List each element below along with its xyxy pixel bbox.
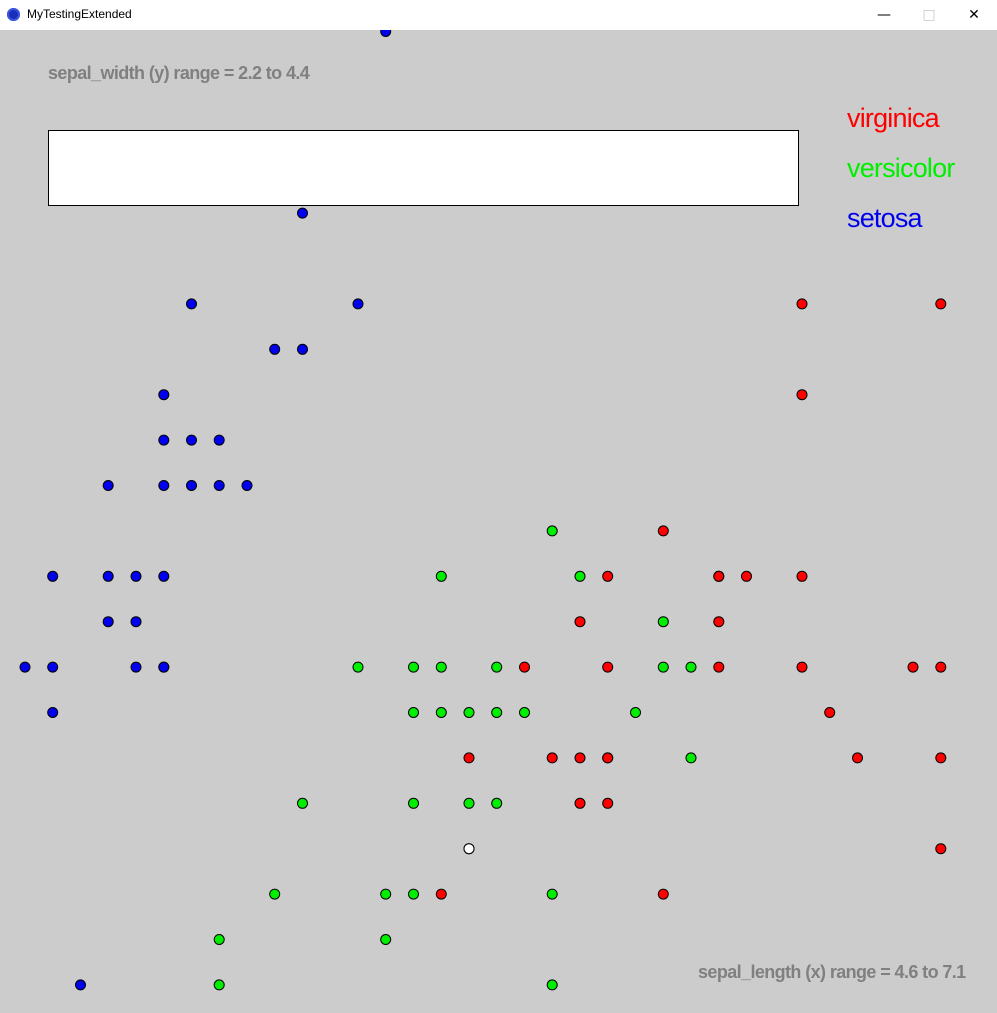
setosa-point[interactable] — [102, 616, 114, 628]
virginica-point[interactable] — [519, 661, 530, 673]
setosa-point[interactable] — [130, 616, 142, 628]
versicolor-point[interactable] — [435, 661, 447, 673]
versicolor-point[interactable] — [657, 616, 669, 628]
setosa-point[interactable] — [186, 298, 197, 310]
x-range-label: sepal_length (x) range = 4.6 to 7.1 — [698, 962, 966, 982]
virginica-point[interactable] — [741, 570, 752, 582]
virginica-point[interactable] — [907, 661, 919, 673]
setosa-point[interactable] — [186, 480, 197, 491]
minimize-icon[interactable]: — — [861, 0, 907, 30]
legend-versicolor: versicolor — [847, 153, 955, 183]
virginica-point[interactable] — [935, 843, 947, 855]
versicolor-point[interactable] — [213, 934, 225, 945]
versicolor-point[interactable] — [213, 979, 225, 991]
versicolor-point[interactable] — [685, 661, 697, 673]
versicolor-point[interactable] — [546, 888, 558, 900]
setosa-point[interactable] — [269, 343, 281, 355]
virginica-point[interactable] — [602, 570, 614, 582]
virginica-point[interactable] — [796, 298, 808, 310]
virginica-point[interactable] — [574, 797, 586, 809]
virginica-point[interactable] — [824, 707, 836, 718]
setosa-point[interactable] — [158, 480, 170, 491]
versicolor-point[interactable] — [657, 661, 669, 673]
selected-point[interactable] — [463, 843, 475, 855]
versicolor-point[interactable] — [269, 888, 281, 900]
virginica-point[interactable] — [574, 752, 586, 764]
legend-virginica: virginica — [847, 103, 940, 133]
virginica-point[interactable] — [657, 525, 669, 537]
window-title: MyTestingExtended — [27, 7, 132, 21]
virginica-point[interactable] — [546, 752, 558, 764]
versicolor-point[interactable] — [408, 888, 419, 900]
setosa-point[interactable] — [102, 480, 114, 491]
versicolor-point[interactable] — [435, 570, 447, 582]
setosa-point[interactable] — [158, 389, 170, 401]
virginica-point[interactable] — [713, 616, 725, 628]
setosa-point[interactable] — [19, 661, 31, 673]
virginica-point[interactable] — [935, 298, 947, 310]
virginica-point[interactable] — [713, 661, 725, 673]
versicolor-point[interactable] — [491, 797, 503, 809]
setosa-point[interactable] — [47, 570, 59, 582]
legend-setosa: setosa — [847, 203, 923, 233]
setosa-point[interactable] — [158, 570, 170, 582]
y-range-label: sepal_width (y) range = 2.2 to 4.4 — [48, 63, 310, 83]
virginica-point[interactable] — [602, 661, 614, 673]
virginica-point[interactable] — [602, 752, 614, 764]
setosa-point[interactable] — [158, 661, 170, 673]
versicolor-point[interactable] — [435, 707, 447, 718]
versicolor-point[interactable] — [380, 934, 392, 945]
virginica-point[interactable] — [796, 661, 808, 673]
setosa-point[interactable] — [213, 434, 225, 446]
setosa-point[interactable] — [130, 661, 142, 673]
info-box — [48, 130, 799, 206]
versicolor-point[interactable] — [408, 661, 419, 673]
close-icon[interactable]: ✕ — [951, 0, 997, 30]
setosa-point[interactable] — [75, 979, 86, 991]
versicolor-point[interactable] — [463, 797, 475, 809]
virginica-point[interactable] — [935, 661, 947, 673]
setosa-point[interactable] — [297, 343, 308, 355]
versicolor-point[interactable] — [630, 707, 641, 718]
versicolor-point[interactable] — [546, 979, 558, 991]
setosa-point[interactable] — [47, 661, 59, 673]
setosa-point[interactable] — [158, 434, 170, 446]
versicolor-point[interactable] — [408, 707, 419, 718]
virginica-point[interactable] — [713, 570, 725, 582]
versicolor-point[interactable] — [491, 707, 503, 718]
setosa-point[interactable] — [186, 434, 197, 446]
virginica-point[interactable] — [935, 752, 947, 764]
title-bar: MyTestingExtended — □ ✕ — [0, 0, 997, 30]
versicolor-point[interactable] — [380, 888, 392, 900]
setosa-point[interactable] — [352, 298, 364, 310]
setosa-point[interactable] — [213, 480, 225, 491]
setosa-point[interactable] — [297, 207, 308, 219]
virginica-point[interactable] — [602, 797, 614, 809]
virginica-point[interactable] — [852, 752, 863, 764]
versicolor-point[interactable] — [352, 661, 364, 673]
versicolor-point[interactable] — [408, 797, 419, 809]
setosa-point[interactable] — [47, 707, 59, 718]
virginica-point[interactable] — [657, 888, 669, 900]
virginica-point[interactable] — [574, 616, 586, 628]
virginica-point[interactable] — [796, 389, 808, 401]
maximize-icon[interactable]: □ — [906, 0, 952, 30]
versicolor-point[interactable] — [491, 661, 503, 673]
versicolor-point[interactable] — [685, 752, 697, 764]
versicolor-point[interactable] — [574, 570, 586, 582]
setosa-point[interactable] — [241, 480, 253, 491]
versicolor-point[interactable] — [519, 707, 530, 718]
plot-canvas[interactable]: sepal_width (y) range = 2.2 to 4.4 sepal… — [0, 30, 997, 1013]
app-icon — [7, 8, 20, 21]
virginica-point[interactable] — [796, 570, 808, 582]
versicolor-point[interactable] — [297, 797, 308, 809]
setosa-point[interactable] — [380, 30, 392, 37]
setosa-point[interactable] — [130, 570, 142, 582]
setosa-point[interactable] — [102, 570, 114, 582]
versicolor-point[interactable] — [463, 707, 475, 718]
virginica-point[interactable] — [435, 888, 447, 900]
versicolor-point[interactable] — [546, 525, 558, 537]
virginica-point[interactable] — [463, 752, 475, 764]
